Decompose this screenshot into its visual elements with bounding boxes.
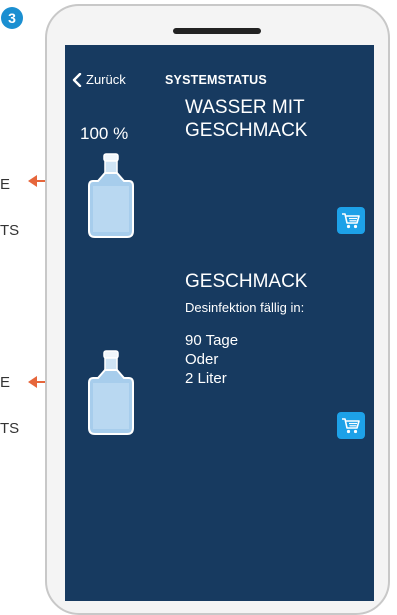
cropped-label: TS (0, 420, 20, 437)
phone-frame: Zurück SYSTEMSTATUS 100 % WASSER MIT GES… (45, 4, 390, 615)
cropped-label: E (0, 374, 11, 391)
page-title: SYSTEMSTATUS (165, 73, 267, 87)
back-label: Zurück (86, 72, 126, 87)
item-title: GESCHMACK (185, 271, 308, 292)
cart-icon (342, 417, 360, 433)
shop-cart-button[interactable] (337, 412, 365, 439)
item-title: WASSER MIT (185, 97, 305, 118)
detail-line: 2 Liter (185, 370, 227, 387)
shop-cart-button[interactable] (337, 207, 365, 234)
back-button[interactable]: Zurück (71, 72, 126, 87)
app-screen: Zurück SYSTEMSTATUS 100 % WASSER MIT GES… (65, 45, 374, 601)
fill-level-label: 100 % (80, 124, 129, 143)
chevron-left-icon (72, 72, 82, 87)
detail-line: 90 Tage (185, 332, 239, 349)
item-subtitle: Desinfektion fällig in: (185, 300, 305, 315)
detail-line: Oder (185, 351, 219, 368)
bottle-icon (88, 153, 134, 238)
cropped-label: E (0, 176, 11, 193)
cropped-label: TS (0, 222, 20, 239)
cart-icon (342, 212, 360, 228)
bottle-icon (88, 350, 134, 435)
phone-speaker (173, 28, 261, 34)
item-title: GESCHMACK (185, 120, 308, 141)
step-number-badge: 3 (1, 7, 23, 29)
